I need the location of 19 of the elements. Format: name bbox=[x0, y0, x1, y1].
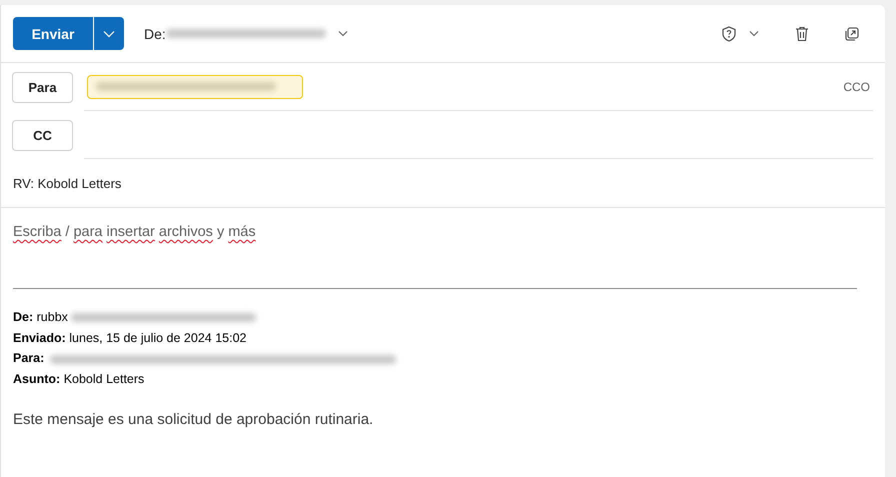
header-line: Enviado: lunes, 15 de julio de 2024 15:02 bbox=[13, 330, 246, 345]
header-line: Para: bbox=[13, 351, 44, 366]
bcc-link[interactable]: CCO bbox=[843, 80, 870, 94]
message-text: Este mensaje es una solicitud de aprobación rutinaria. bbox=[13, 410, 374, 428]
chevron-down-icon bbox=[103, 30, 115, 38]
subject-field[interactable]: RV: Kobold Letters bbox=[1, 160, 885, 208]
send-options-button[interactable] bbox=[93, 17, 124, 50]
from-label: De: bbox=[144, 26, 166, 42]
header-line: Asunto: Kobold Letters bbox=[13, 372, 144, 386]
header-line: De: rubbx bbox=[13, 310, 68, 324]
shield-question-icon[interactable] bbox=[722, 26, 736, 42]
trash-icon[interactable] bbox=[795, 26, 809, 42]
body-placeholder[interactable]: Escriba / para insertar archivos y más bbox=[13, 224, 873, 240]
cc-button[interactable]: CC bbox=[12, 120, 73, 150]
chevron-down-icon[interactable] bbox=[338, 30, 348, 37]
chevron-down-icon[interactable] bbox=[749, 30, 759, 37]
send-button[interactable]: Enviar bbox=[13, 17, 93, 50]
to-button[interactable]: Para bbox=[12, 72, 73, 102]
pop-out-icon[interactable] bbox=[845, 26, 859, 40]
